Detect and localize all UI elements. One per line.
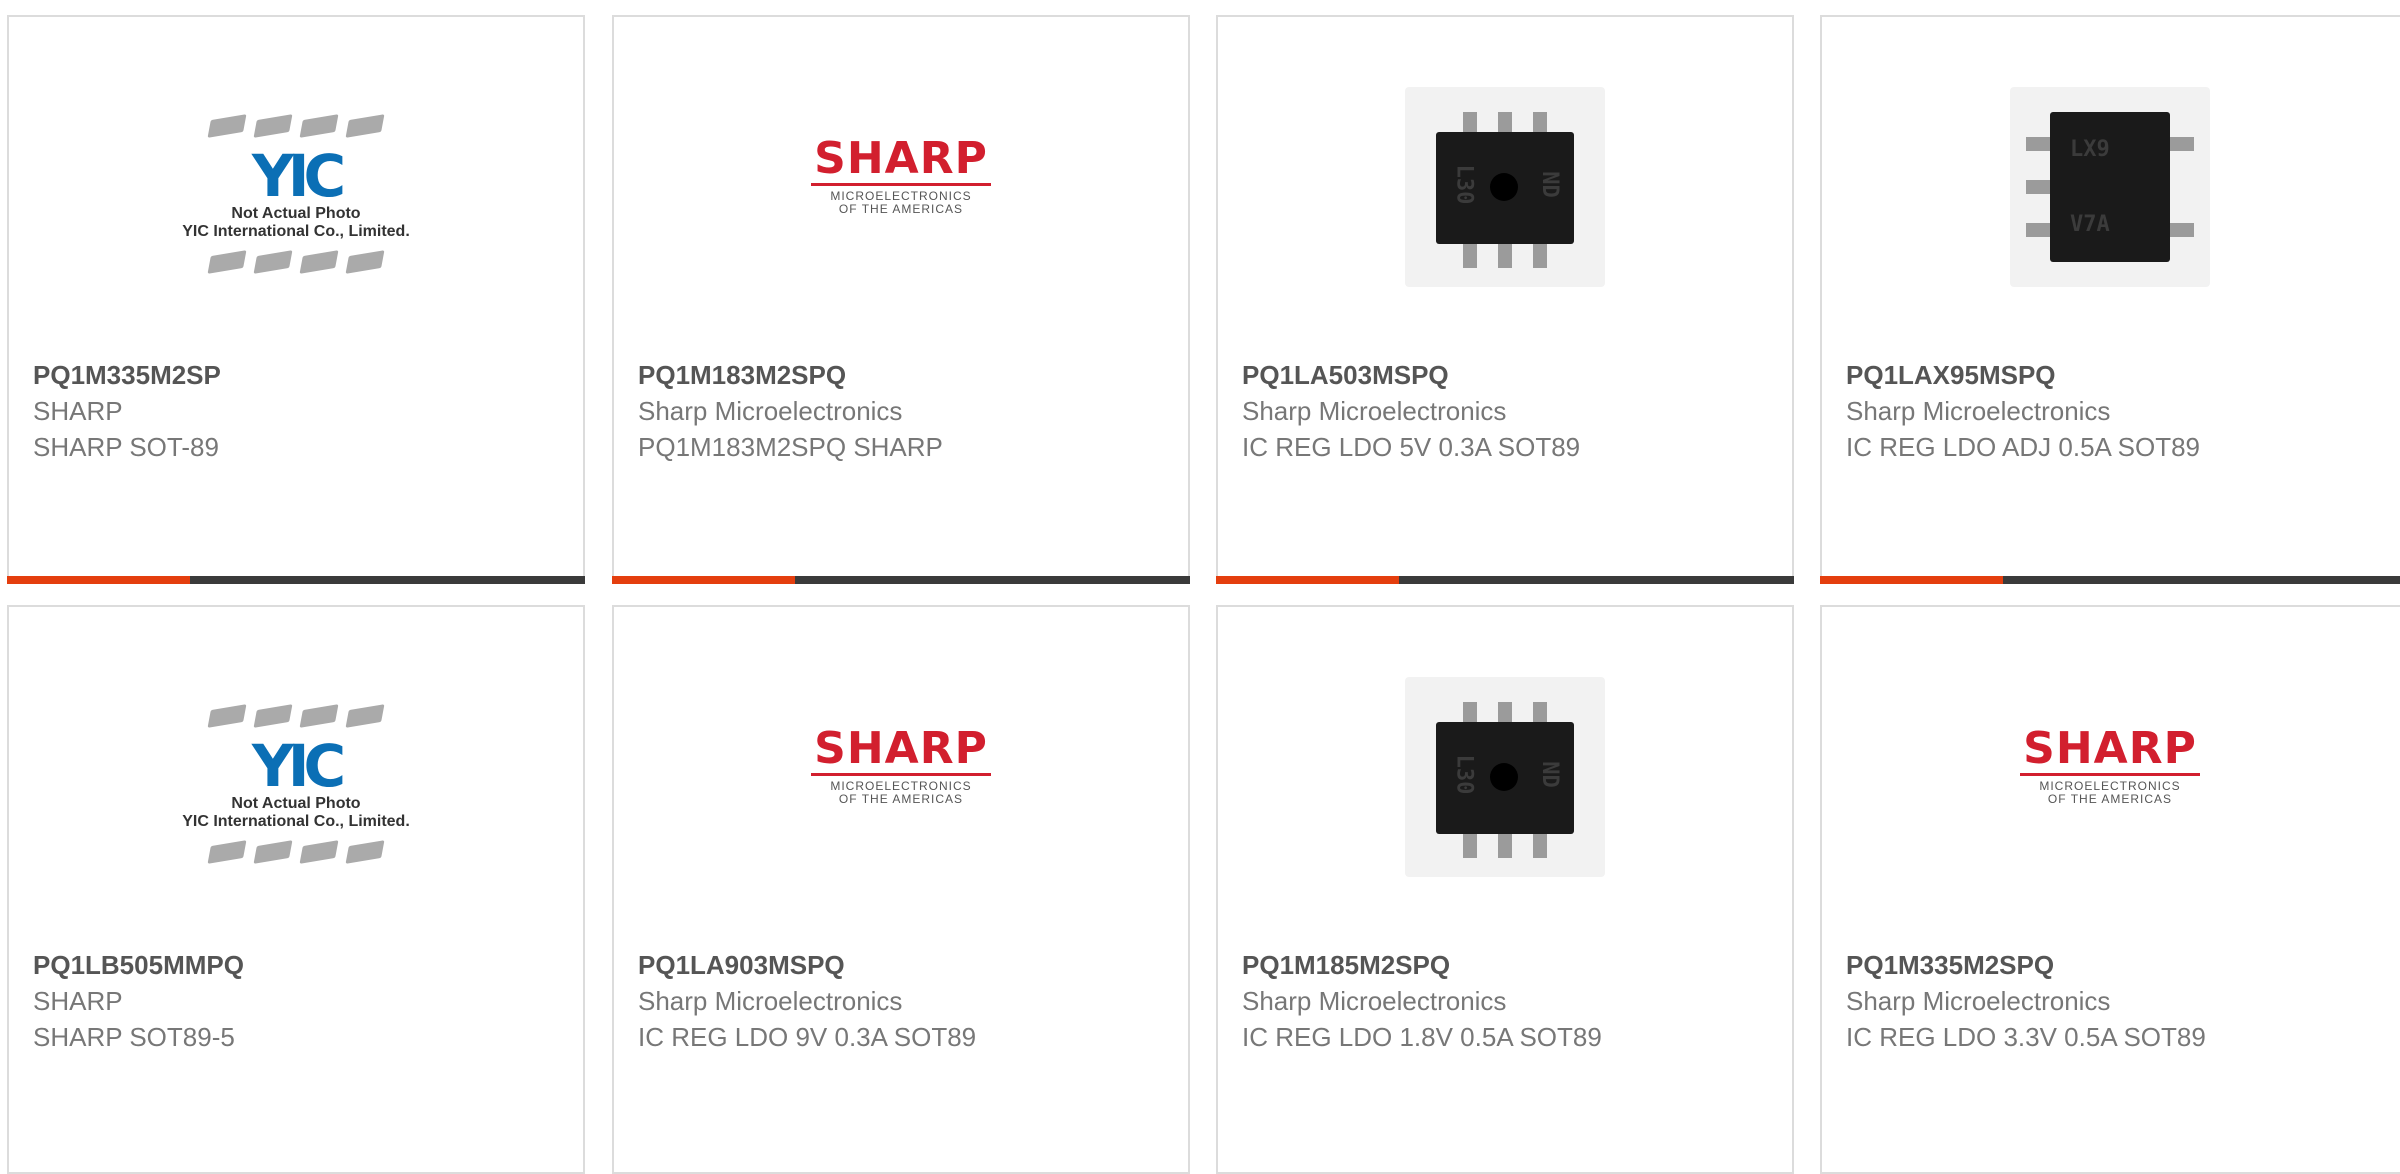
yic-logo: YIC [251, 142, 346, 210]
product-image[interactable]: SHARP MICROELECTRONICS OF THE AMERICAS [614, 607, 1188, 942]
part-number-link[interactable]: PQ1LA503MSPQ [1242, 357, 1772, 393]
product-image[interactable]: LX9 V7A [1822, 17, 2400, 352]
card-bar [1216, 576, 1794, 584]
placeholder-company: YIC International Co., Limited. [182, 223, 410, 240]
yic-logo: YIC [251, 732, 346, 800]
card-bar-accent [7, 576, 190, 584]
description: IC REG LDO 5V 0.3A SOT89 [1242, 432, 1581, 462]
part-number-link[interactable]: PQ1M335M2SP [33, 357, 563, 393]
part-number-link[interactable]: PQ1LB505MMPQ [33, 947, 563, 983]
placeholder-note: Not Actual Photo [231, 205, 361, 222]
placeholder-company: YIC International Co., Limited. [182, 813, 410, 830]
placeholder-note: Not Actual Photo [231, 795, 361, 812]
part-number-link[interactable]: PQ1M335M2SPQ [1846, 947, 2388, 983]
description: IC REG LDO 3.3V 0.5A SOT89 [1846, 1022, 2206, 1052]
product-image[interactable]: YIC Not Actual Photo YIC International C… [9, 607, 583, 942]
card-bar [612, 576, 1190, 584]
card-bar-accent [612, 576, 795, 584]
card-bar [1820, 576, 2400, 584]
manufacturer: Sharp Microelectronics [1242, 986, 1507, 1016]
product-image[interactable]: L30 ND [1218, 607, 1792, 942]
manufacturer: Sharp Microelectronics [1846, 986, 2111, 1016]
chip-photo: L30 ND [1405, 87, 1605, 287]
product-card[interactable]: L30 ND PQ1M185M2SPQ Sharp Microelectroni… [1216, 605, 1794, 1174]
manufacturer: SHARP [33, 986, 123, 1016]
product-card[interactable]: SHARP MICROELECTRONICS OF THE AMERICAS P… [612, 15, 1190, 584]
sharp-logo: SHARP MICROELECTRONICS OF THE AMERICAS [791, 727, 1011, 806]
product-image[interactable]: SHARP MICROELECTRONICS OF THE AMERICAS [614, 17, 1188, 352]
manufacturer: Sharp Microelectronics [638, 986, 903, 1016]
description: SHARP SOT-89 [33, 432, 219, 462]
description: IC REG LDO 9V 0.3A SOT89 [638, 1022, 977, 1052]
product-image[interactable]: YIC Not Actual Photo YIC International C… [9, 17, 583, 352]
manufacturer: Sharp Microelectronics [1846, 396, 2111, 426]
description: SHARP SOT89-5 [33, 1022, 235, 1052]
card-bar-accent [1820, 576, 2003, 584]
yic-placeholder-image: YIC Not Actual Photo YIC International C… [156, 114, 436, 283]
description: IC REG LDO 1.8V 0.5A SOT89 [1242, 1022, 1602, 1052]
card-bar [7, 576, 585, 584]
manufacturer: Sharp Microelectronics [638, 396, 903, 426]
product-card[interactable]: YIC Not Actual Photo YIC International C… [7, 15, 585, 584]
part-number-link[interactable]: PQ1LAX95MSPQ [1846, 357, 2388, 393]
product-card[interactable]: LX9 V7A PQ1LAX95MSPQ Sharp Microelectron… [1820, 15, 2400, 584]
product-card[interactable]: L30 ND PQ1LA503MSPQ Sharp Microelectroni… [1216, 15, 1794, 584]
chip-photo: LX9 V7A [2010, 87, 2210, 287]
part-number-link[interactable]: PQ1LA903MSPQ [638, 947, 1168, 983]
chip-photo: L30 ND [1405, 677, 1605, 877]
product-card[interactable]: YIC Not Actual Photo YIC International C… [7, 605, 585, 1174]
manufacturer: SHARP [33, 396, 123, 426]
product-card[interactable]: SHARP MICROELECTRONICS OF THE AMERICAS P… [1820, 605, 2400, 1174]
sharp-logo: SHARP MICROELECTRONICS OF THE AMERICAS [2000, 727, 2220, 806]
manufacturer: Sharp Microelectronics [1242, 396, 1507, 426]
description: IC REG LDO ADJ 0.5A SOT89 [1846, 432, 2201, 462]
card-bar-accent [1216, 576, 1399, 584]
product-image[interactable]: L30 ND [1218, 17, 1792, 352]
part-number-link[interactable]: PQ1M185M2SPQ [1242, 947, 1772, 983]
yic-placeholder-image: YIC Not Actual Photo YIC International C… [156, 704, 436, 873]
part-number-link[interactable]: PQ1M183M2SPQ [638, 357, 1168, 393]
description: PQ1M183M2SPQ SHARP [638, 432, 943, 462]
product-image[interactable]: SHARP MICROELECTRONICS OF THE AMERICAS [1822, 607, 2400, 942]
product-card[interactable]: SHARP MICROELECTRONICS OF THE AMERICAS P… [612, 605, 1190, 1174]
sharp-logo: SHARP MICROELECTRONICS OF THE AMERICAS [791, 137, 1011, 216]
